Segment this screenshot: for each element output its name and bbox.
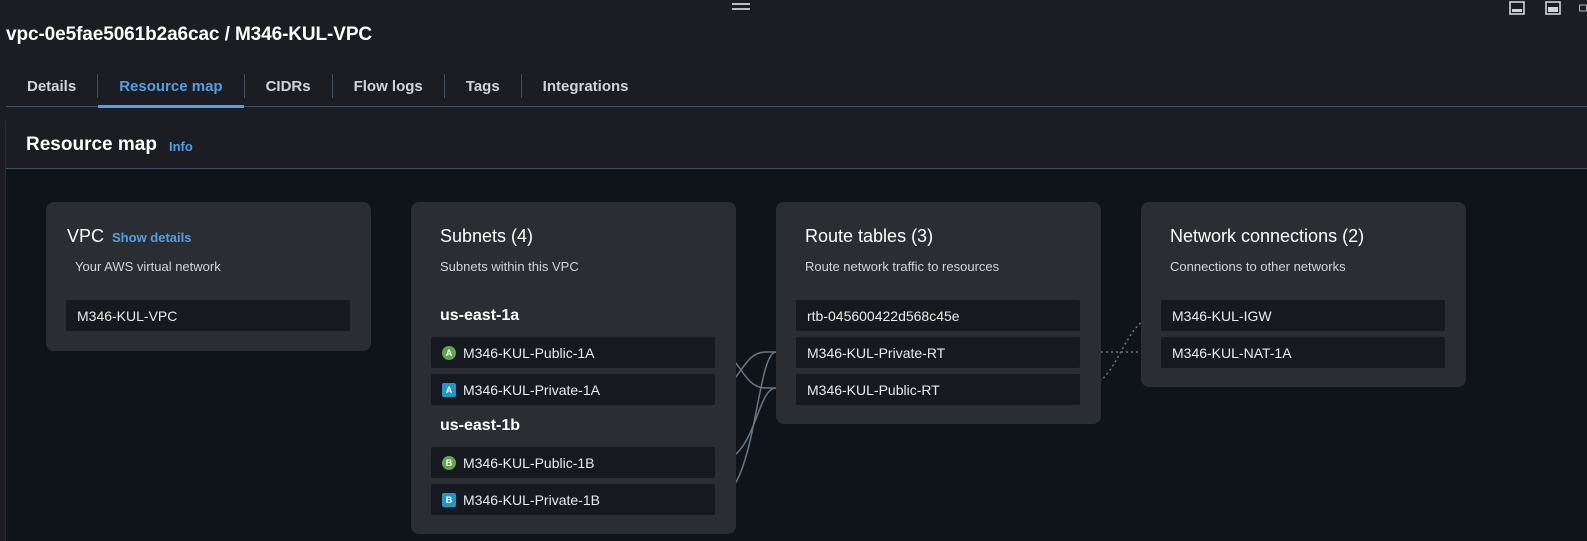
- private-subnet-icon: B: [442, 492, 456, 507]
- network-connection-item[interactable]: M346-KUL-NAT-1A: [1161, 337, 1445, 368]
- zone-label-us-east-1b: us-east-1b: [440, 417, 521, 434]
- panel-header: Resource map Info: [6, 121, 1587, 169]
- panel-title: Resource map: [26, 133, 157, 155]
- network-connections-title: Network connections (2): [1170, 226, 1365, 246]
- private-subnet-icon: A: [442, 382, 456, 397]
- tab-cidrs[interactable]: CIDRs: [245, 66, 332, 107]
- route-table-item[interactable]: M346-KUL-Private-RT: [796, 337, 1080, 368]
- tab-bar: Details Resource map CIDRs Flow logs Tag…: [6, 66, 1587, 108]
- tab-flow-logs[interactable]: Flow logs: [333, 66, 444, 107]
- subnet-item[interactable]: A M346-KUL-Public-1A: [431, 337, 715, 368]
- vpc-subtitle: Your AWS virtual network: [75, 259, 221, 274]
- subnet-label: M346-KUL-Private-1A: [463, 381, 600, 398]
- tab-integrations[interactable]: Integrations: [522, 66, 650, 107]
- route-tables-title: Route tables (3): [805, 226, 934, 246]
- panel-split-side-icon[interactable]: [1543, 0, 1563, 16]
- vpc-card: VPC Show details Your AWS virtual networ…: [46, 202, 371, 351]
- page-title: vpc-0e5fae5061b2a6cac / M346-KUL-VPC: [6, 24, 373, 45]
- subnet-label: M346-KUL-Private-1B: [463, 491, 600, 508]
- route-tables-card: Route tables (3) Route network traffic t…: [776, 202, 1101, 424]
- network-connections-subtitle: Connections to other networks: [1170, 259, 1346, 274]
- vpc-title: VPC: [67, 226, 105, 246]
- subnet-label: M346-KUL-Public-1B: [463, 454, 595, 471]
- public-subnet-icon: A: [442, 345, 456, 360]
- show-details-link[interactable]: Show details: [112, 230, 191, 245]
- subnet-item[interactable]: B M346-KUL-Private-1B: [431, 484, 715, 515]
- zone-label-us-east-1a: us-east-1a: [440, 307, 520, 324]
- panel-split-bottom-icon[interactable]: [1507, 0, 1527, 16]
- panel-resize-handle[interactable]: [732, 0, 750, 10]
- tab-tags[interactable]: Tags: [445, 66, 521, 107]
- tab-resource-map[interactable]: Resource map: [98, 66, 244, 108]
- route-table-item[interactable]: rtb-045600422d568c45e: [796, 300, 1080, 331]
- vpc-card-title: VPC Show details: [67, 226, 191, 247]
- route-tables-subtitle: Route network traffic to resources: [805, 259, 1000, 274]
- subnets-title: Subnets (4): [440, 226, 534, 246]
- subnets-subtitle: Subnets within this VPC: [440, 259, 579, 274]
- route-table-item[interactable]: M346-KUL-Public-RT: [796, 374, 1080, 405]
- resource-map-panel: Resource map Info VPC Show details Your …: [5, 121, 1587, 541]
- subnet-item[interactable]: A M346-KUL-Private-1A: [431, 374, 715, 405]
- tab-details[interactable]: Details: [6, 66, 97, 107]
- subnets-card: Subnets (4) Subnets within this VPC us-e…: [411, 202, 736, 534]
- network-connection-item[interactable]: M346-KUL-IGW: [1161, 300, 1445, 331]
- vpc-item[interactable]: M346-KUL-VPC: [66, 300, 350, 331]
- network-connections-card: Network connections (2) Connections to o…: [1141, 202, 1466, 387]
- panel-maximize-icon[interactable]: [1579, 0, 1587, 16]
- info-link[interactable]: Info: [169, 139, 193, 154]
- subnet-item[interactable]: B M346-KUL-Public-1B: [431, 447, 715, 478]
- window-controls: [1507, 0, 1587, 16]
- public-subnet-icon: B: [442, 455, 456, 470]
- subnet-label: M346-KUL-Public-1A: [463, 344, 595, 361]
